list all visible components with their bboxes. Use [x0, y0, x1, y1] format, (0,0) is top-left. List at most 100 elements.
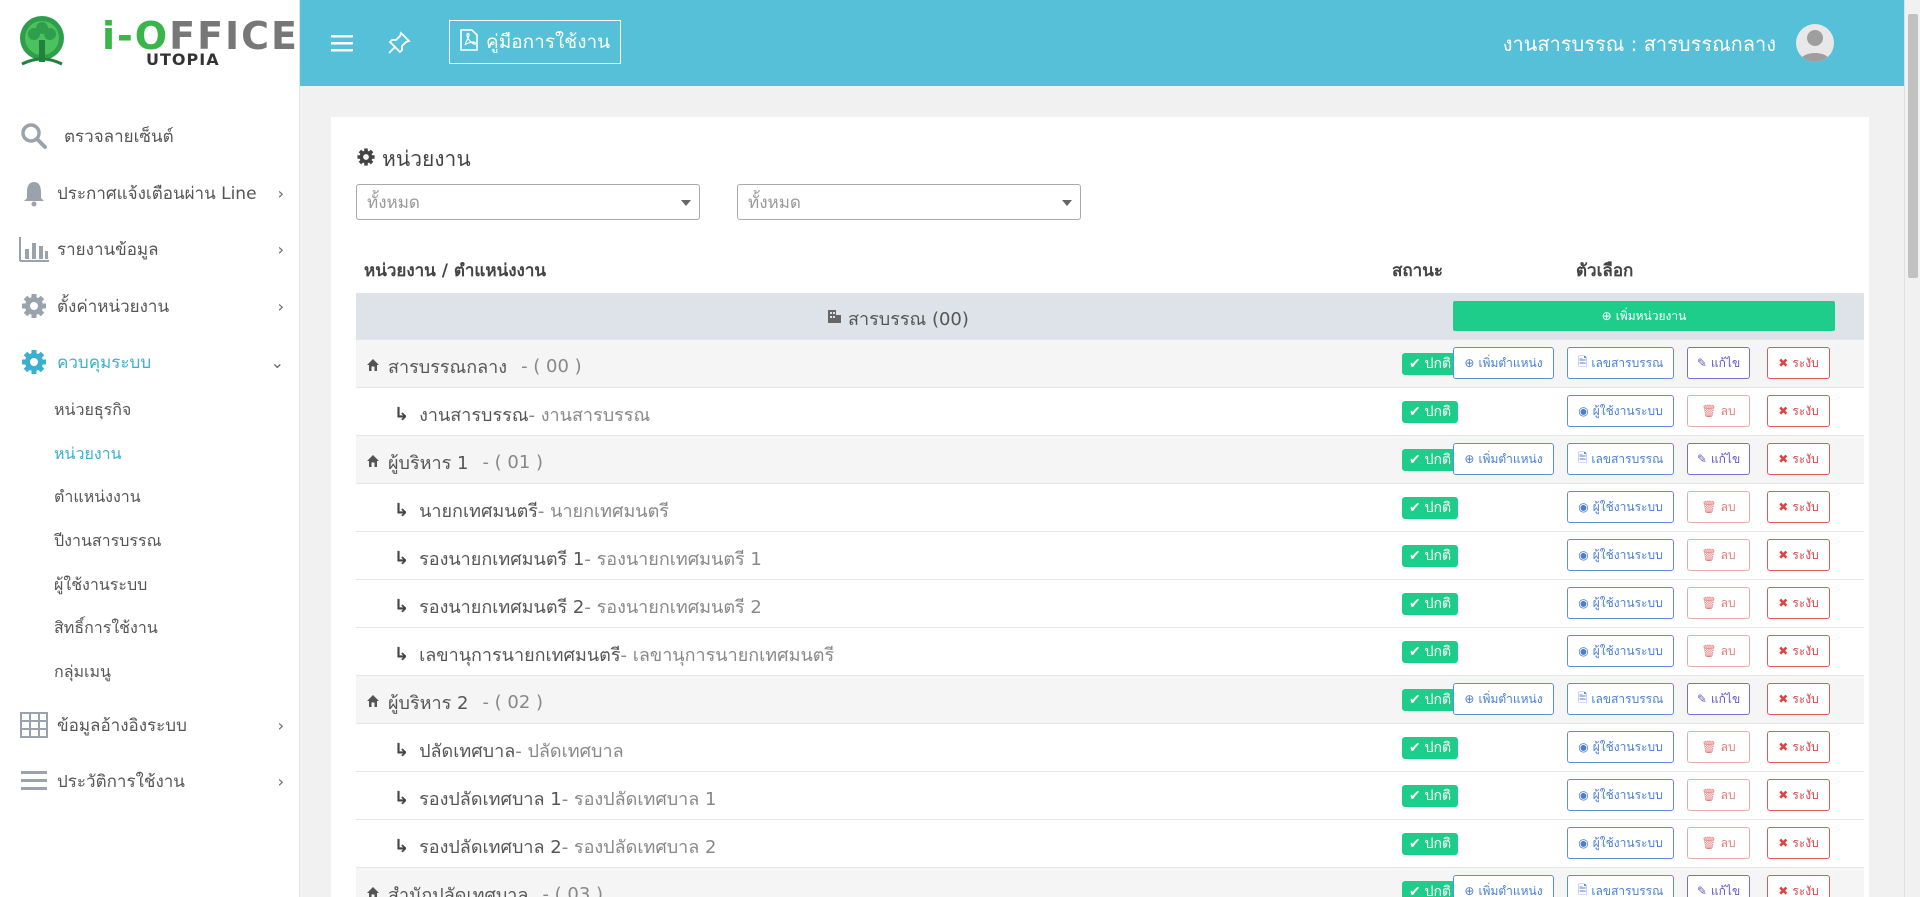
pin-icon[interactable]: [382, 26, 416, 60]
select-value: ทั้งหมด: [748, 192, 801, 213]
system-users-button[interactable]: ◉ ผู้ใช้งานระบบ: [1567, 779, 1674, 811]
edit-button[interactable]: ✎ แก้ไข: [1687, 683, 1750, 715]
suspend-button[interactable]: ✖ ระงับ: [1767, 539, 1830, 571]
close-icon: ✖: [1778, 788, 1789, 802]
position-row: ↳ เลขานุการนายกเทศมนตรี- เลขานุการนายกเท…: [356, 627, 1864, 675]
building-icon: [826, 308, 842, 329]
sidebar-item-unit-settings[interactable]: ตั้งค่าหน่วยงาน ›: [0, 282, 299, 330]
avatar[interactable]: [1796, 24, 1834, 62]
delete-button[interactable]: 🗑 ลบ: [1687, 635, 1750, 667]
add-position-button[interactable]: ⊕ เพิ่มตำแหน่ง: [1453, 443, 1554, 475]
suspend-button[interactable]: ✖ ระงับ: [1767, 635, 1830, 667]
user-circle-icon: ◉: [1578, 644, 1589, 658]
suspend-button[interactable]: ✖ ระงับ: [1767, 827, 1830, 859]
gear-icon: [18, 290, 50, 322]
add-unit-label: เพิ่มหน่วยงาน: [1615, 308, 1687, 323]
sidebar-subitem-menu-group[interactable]: กลุ่มเมนู: [54, 660, 111, 685]
sidebar-subitem-business-unit[interactable]: หน่วยธุรกิจ: [54, 398, 131, 423]
sidebar-subitem-doc-year[interactable]: ปีงานสารบรรณ: [54, 529, 161, 554]
page-title: หน่วยงาน: [356, 143, 471, 176]
sidebar-item-signature[interactable]: ตรวจลายเซ็นต์: [0, 112, 299, 160]
group-label: สารบรรณ (00): [826, 304, 969, 333]
sidebar-item-line-notify[interactable]: ประกาศแจ้งเตือนผ่าน Line ›: [0, 169, 299, 217]
hamburger-menu-icon[interactable]: [325, 26, 359, 60]
sidebar-item-system-control[interactable]: ควบคุมระบบ ⌄: [0, 338, 299, 386]
user-circle-icon: ◉: [1578, 788, 1589, 802]
suspend-button[interactable]: ✖ ระงับ: [1767, 779, 1830, 811]
check-icon: ✔: [1408, 788, 1421, 804]
page-scrollbar[interactable]: [1904, 0, 1920, 897]
list-icon: [18, 765, 50, 797]
sidebar-item-label: ประกาศแจ้งเตือนผ่าน Line: [57, 183, 257, 204]
suspend-button[interactable]: ✖ ระงับ: [1767, 587, 1830, 619]
delete-button[interactable]: 🗑 ลบ: [1687, 491, 1750, 523]
logo[interactable]: i-OFFICE UTOPIA: [0, 0, 299, 86]
system-users-button[interactable]: ◉ ผู้ใช้งานระบบ: [1567, 587, 1674, 619]
dropdown-caret-icon: [681, 200, 691, 206]
page-title-text: หน่วยงาน: [382, 147, 471, 171]
suspend-button[interactable]: ✖ ระงับ: [1767, 491, 1830, 523]
status-badge: ✔ ปกติ: [1402, 689, 1458, 711]
position-name: ↳ เลขานุการนายกเทศมนตรี- เลขานุการนายกเท…: [394, 644, 835, 666]
doc-number-button[interactable]: 🗎 เลขสารบรรณ: [1567, 875, 1674, 897]
delete-button[interactable]: 🗑 ลบ: [1687, 731, 1750, 763]
edit-button[interactable]: ✎ แก้ไข: [1687, 347, 1750, 379]
check-icon: ✔: [1408, 452, 1421, 468]
check-icon: ✔: [1408, 500, 1421, 516]
system-users-button[interactable]: ◉ ผู้ใช้งานระบบ: [1567, 491, 1674, 523]
sidebar-item-reference-data[interactable]: ข้อมูลอ้างอิงระบบ ›: [0, 701, 299, 749]
unit-select[interactable]: ทั้งหมด: [737, 184, 1081, 220]
add-position-button[interactable]: ⊕ เพิ่มตำแหน่ง: [1453, 683, 1554, 715]
delete-button[interactable]: 🗑 ลบ: [1687, 587, 1750, 619]
business-unit-select[interactable]: ทั้งหมด: [356, 184, 700, 220]
delete-button[interactable]: 🗑 ลบ: [1687, 779, 1750, 811]
system-users-button[interactable]: ◉ ผู้ใช้งานระบบ: [1567, 827, 1674, 859]
position-row: ↳ งานสารบรรณ- งานสารบรรณ ✔ ปกติ ◉ ผู้ใช้งา…: [356, 387, 1864, 435]
system-users-button[interactable]: ◉ ผู้ใช้งานระบบ: [1567, 539, 1674, 571]
doc-number-button[interactable]: 🗎 เลขสารบรรณ: [1567, 443, 1674, 475]
plus-circle-icon: ⊕: [1464, 884, 1475, 897]
add-unit-button[interactable]: ⊕ เพิ่มหน่วยงาน: [1453, 301, 1835, 331]
close-icon: ✖: [1778, 500, 1789, 514]
doc-number-button[interactable]: 🗎 เลขสารบรรณ: [1567, 683, 1674, 715]
bar-chart-icon: [18, 233, 50, 265]
close-icon: ✖: [1778, 452, 1789, 466]
suspend-button[interactable]: ✖ ระงับ: [1767, 443, 1830, 475]
add-position-button[interactable]: ⊕ เพิ่มตำแหน่ง: [1453, 347, 1554, 379]
system-users-button[interactable]: ◉ ผู้ใช้งานระบบ: [1567, 635, 1674, 667]
system-users-button[interactable]: ◉ ผู้ใช้งานระบบ: [1567, 731, 1674, 763]
check-icon: ✔: [1408, 740, 1421, 756]
check-icon: ✔: [1408, 836, 1421, 852]
position-row: ↳ นายกเทศมนตรี- นายกเทศมนตรี ✔ ปกติ ◉ ผู้ใ…: [356, 483, 1864, 531]
edit-icon: ✎: [1696, 884, 1707, 897]
add-position-button[interactable]: ⊕ เพิ่มตำแหน่ง: [1453, 875, 1554, 897]
delete-button[interactable]: 🗑 ลบ: [1687, 395, 1750, 427]
suspend-button[interactable]: ✖ ระงับ: [1767, 347, 1830, 379]
suspend-button[interactable]: ✖ ระงับ: [1767, 731, 1830, 763]
sidebar-item-label: ข้อมูลอ้างอิงระบบ: [57, 715, 187, 736]
delete-button[interactable]: 🗑 ลบ: [1687, 827, 1750, 859]
trash-icon: 🗑: [1701, 740, 1717, 754]
scrollbar-thumb[interactable]: [1908, 14, 1918, 278]
unit-name: สำนักปลัดเทศบาล - ( 03 ): [366, 880, 603, 897]
edit-button[interactable]: ✎ แก้ไข: [1687, 443, 1750, 475]
trash-icon: 🗑: [1701, 596, 1717, 610]
manual-button[interactable]: คู่มือการใช้งาน: [449, 20, 622, 64]
delete-button[interactable]: 🗑 ลบ: [1687, 539, 1750, 571]
sidebar-item-history[interactable]: ประวัติการใช้งาน ›: [0, 757, 299, 805]
sidebar-subitem-permissions[interactable]: สิทธิ์การใช้งาน: [54, 616, 158, 641]
suspend-button[interactable]: ✖ ระงับ: [1767, 395, 1830, 427]
suspend-button[interactable]: ✖ ระงับ: [1767, 875, 1830, 897]
status-badge: ✔ ปกติ: [1402, 593, 1458, 615]
plus-circle-icon: ⊕: [1601, 309, 1612, 323]
doc-number-button[interactable]: 🗎 เลขสารบรรณ: [1567, 347, 1674, 379]
suspend-button[interactable]: ✖ ระงับ: [1767, 683, 1830, 715]
sidebar-subitem-position[interactable]: ตำแหน่งงาน: [54, 485, 141, 510]
plus-circle-icon: ⊕: [1464, 692, 1475, 706]
home-icon: [366, 692, 380, 713]
system-users-button[interactable]: ◉ ผู้ใช้งานระบบ: [1567, 395, 1674, 427]
sidebar-subitem-unit[interactable]: หน่วยงาน: [54, 442, 122, 467]
sidebar-item-reports[interactable]: รายงานข้อมูล ›: [0, 225, 299, 273]
edit-button[interactable]: ✎ แก้ไข: [1687, 875, 1750, 897]
sidebar-subitem-users[interactable]: ผู้ใช้งานระบบ: [54, 573, 147, 598]
